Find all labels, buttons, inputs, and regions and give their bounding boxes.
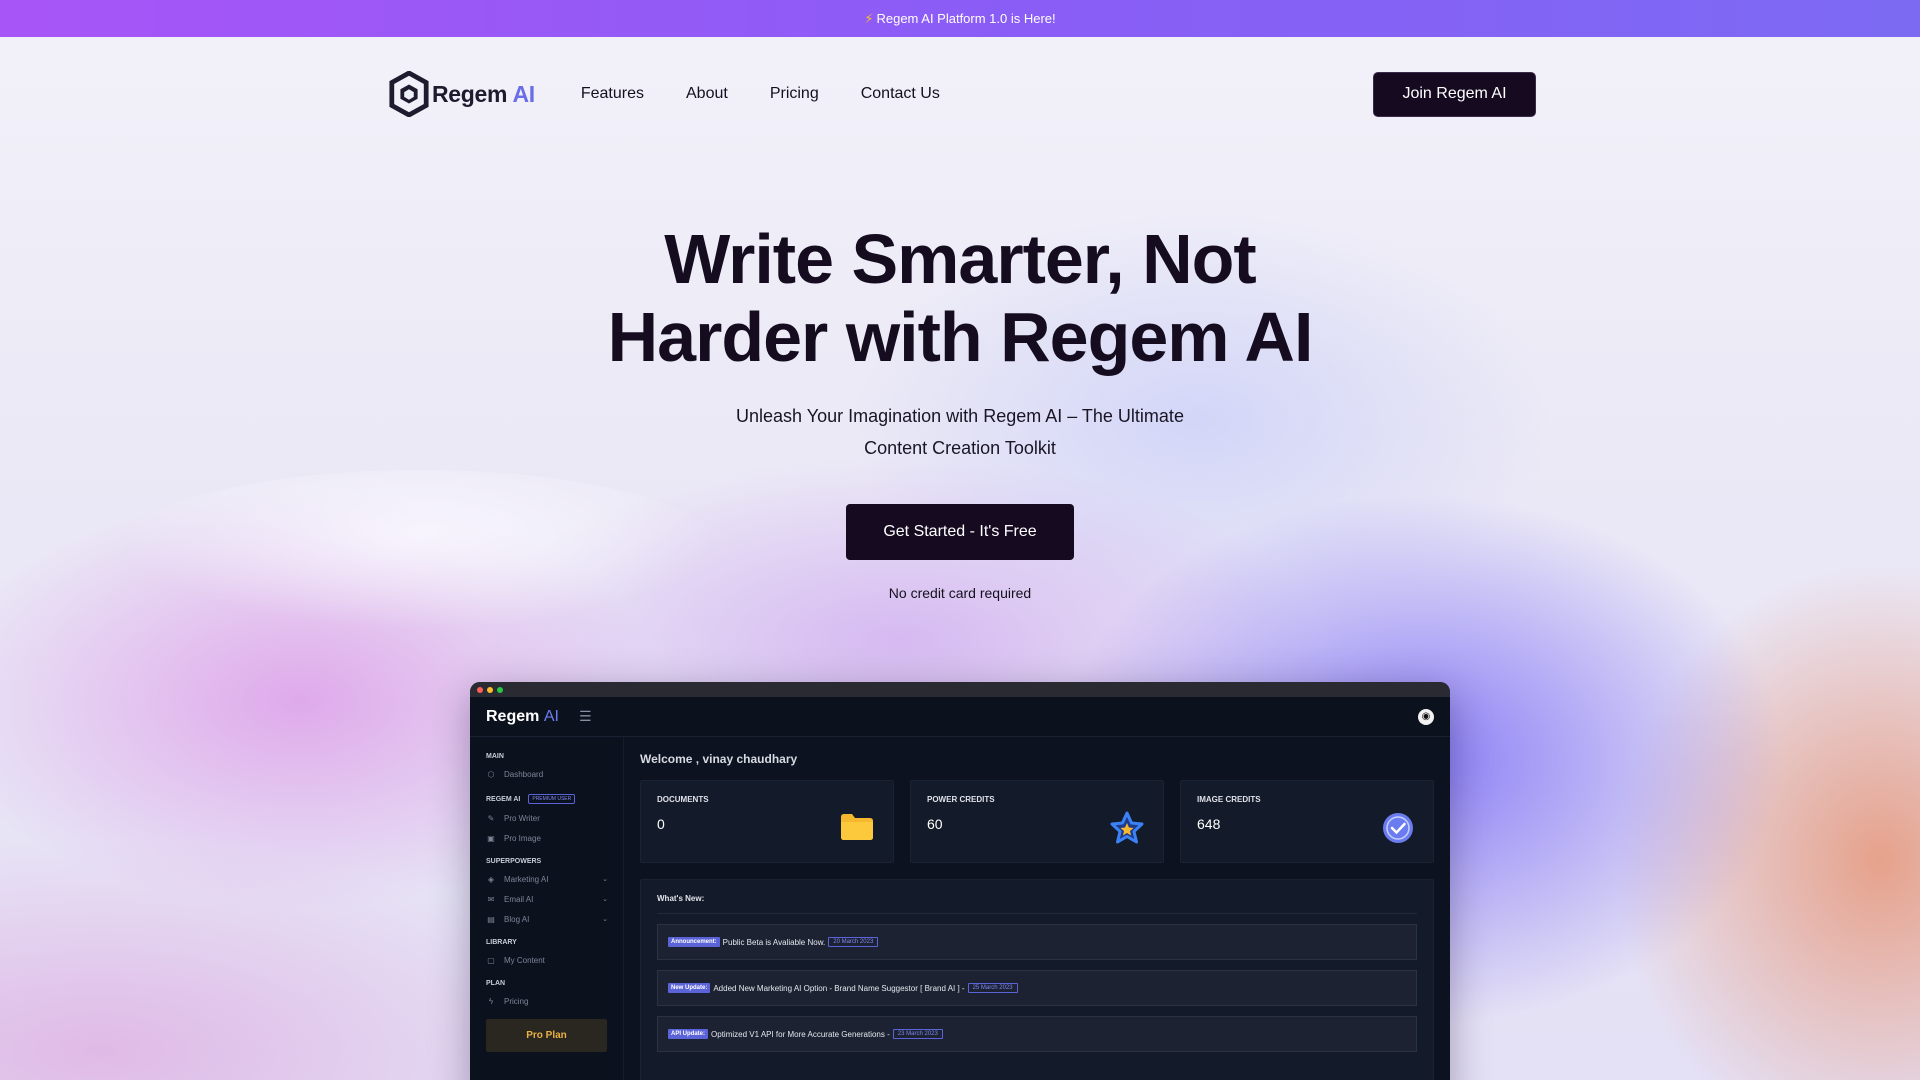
bolt-icon: ϟ [488, 996, 494, 1006]
news-text: Public Beta is Avaliable Now. [722, 937, 826, 947]
news-tag: Announcement: [668, 937, 720, 947]
hero-section: Write Smarter, Not Harder with Regem AI … [0, 220, 1920, 601]
chevron-down-icon: ⌄ [602, 876, 608, 883]
sidebar-item-pricing[interactable]: ϟ Pricing [486, 995, 608, 1007]
sidebar-section-title: LIBRARY [486, 939, 517, 946]
stat-card-power-credits[interactable]: POWER CREDITS 60 [910, 780, 1164, 863]
folder-icon [841, 814, 873, 840]
close-dot-icon [477, 686, 483, 693]
pro-plan-button[interactable]: Pro Plan [486, 1019, 607, 1052]
no-credit-card-note: No credit card required [888, 585, 1032, 601]
main-nav: Regem AI Features About Pricing Contact … [388, 70, 1536, 118]
sidebar-item-pro-image[interactable]: ▣ Pro Image [486, 832, 608, 844]
app-topbar: Regem AI ☰ ◉ [470, 697, 1450, 737]
sidebar-section-title: PLAN [486, 980, 506, 987]
regem-logo-icon [389, 71, 429, 117]
stat-label: IMAGE CREDITS [1197, 795, 1261, 804]
layers-icon: ◈ [487, 874, 495, 884]
star-icon [1110, 811, 1144, 844]
lightning-icon: ⚡ [864, 10, 874, 26]
menu-icon[interactable]: ☰ [579, 708, 592, 725]
sidebar-section-title: REGEM AI PREMIUM USER [486, 794, 623, 804]
sidebar-section-title: MAIN [486, 753, 504, 760]
hero-title: Write Smarter, Not Harder with Regem AI [607, 220, 1314, 376]
whats-new-title: What's New: [657, 894, 1417, 914]
window-titlebar [470, 682, 1450, 697]
welcome-message: Welcome , vinay chaudhary [640, 752, 798, 766]
news-text: Optimized V1 API for More Accurate Gener… [711, 1029, 890, 1039]
nav-link-about[interactable]: About [686, 85, 728, 103]
stat-card-image-credits[interactable]: IMAGE CREDITS 648 [1180, 780, 1434, 863]
document-icon: ▤ [487, 914, 495, 924]
news-item[interactable]: API Update: Optimized V1 API for More Ac… [657, 1016, 1417, 1052]
mail-icon: ✉ [487, 894, 495, 904]
verified-badge-icon [1383, 813, 1413, 843]
news-date: 23 March 2023 [892, 1029, 943, 1039]
chevron-down-icon: ⌄ [602, 896, 608, 903]
logo-text: Regem AI [432, 80, 535, 107]
sidebar-item-dashboard[interactable]: ⬡ Dashboard [486, 768, 608, 780]
get-started-button[interactable]: Get Started - It's Free [846, 504, 1074, 560]
hero-subtitle: Unleash Your Imagination with Regem AI –… [736, 406, 1184, 458]
sidebar-item-my-content[interactable]: ▢ My Content [486, 954, 608, 966]
news-text: Added New Marketing AI Option - Brand Na… [713, 983, 965, 993]
minimize-dot-icon [487, 686, 493, 693]
nav-link-contact[interactable]: Contact Us [861, 85, 940, 103]
whats-new-panel: What's New: Announcement: Public Beta is… [640, 879, 1434, 1080]
folder-icon: ▢ [487, 955, 495, 965]
user-avatar-icon[interactable]: ◉ [1418, 708, 1434, 725]
nav-links: Features About Pricing Contact Us [581, 85, 940, 103]
premium-user-badge: PREMIUM USER [528, 794, 576, 804]
news-item[interactable]: New Update: Added New Marketing AI Optio… [657, 970, 1417, 1006]
stat-label: DOCUMENTS [657, 795, 709, 804]
news-date: 20 March 2023 [828, 937, 879, 947]
nav-link-pricing[interactable]: Pricing [770, 85, 819, 103]
nav-link-features[interactable]: Features [581, 85, 644, 103]
stats-row: DOCUMENTS 0 POWER CREDITS 60 IMAGE CREDI… [640, 780, 1434, 863]
news-tag: New Update: [668, 983, 711, 993]
sidebar-item-pro-writer[interactable]: ✎ Pro Writer [486, 812, 608, 824]
pen-icon: ✎ [487, 813, 495, 823]
news-date: 25 March 2023 [967, 983, 1018, 993]
stat-card-documents[interactable]: DOCUMENTS 0 [640, 780, 894, 863]
image-icon: ▣ [487, 833, 495, 843]
logo[interactable]: Regem AI [388, 71, 535, 117]
news-tag: API Update: [668, 1029, 709, 1039]
app-sidebar: MAIN ⬡ Dashboard REGEM AI PREMIUM USER ✎ Pr… [470, 737, 624, 1080]
stat-label: POWER CREDITS [927, 795, 995, 804]
dashboard-icon: ⬡ [487, 769, 495, 779]
sidebar-section-title: SUPERPOWERS [486, 858, 542, 865]
maximize-dot-icon [497, 686, 503, 693]
sidebar-item-blog-ai[interactable]: ▤ Blog AI ⌄ [486, 913, 608, 925]
sidebar-item-marketing-ai[interactable]: ◈ Marketing AI ⌄ [486, 873, 608, 885]
app-logo: Regem AI [486, 707, 559, 725]
sidebar-item-email-ai[interactable]: ✉ Email AI ⌄ [486, 893, 608, 905]
news-item[interactable]: Announcement: Public Beta is Avaliable N… [657, 924, 1417, 960]
announcement-text: Regem AI Platform 1.0 is Here! [876, 11, 1056, 26]
app-main: Welcome , vinay chaudhary DOCUMENTS 0 PO… [640, 752, 1434, 1080]
chevron-down-icon: ⌄ [602, 916, 608, 923]
dashboard-preview: Regem AI ☰ ◉ MAIN ⬡ Dashboard REGEM AI PRE… [470, 682, 1450, 1080]
join-button[interactable]: Join Regem AI [1373, 71, 1536, 117]
announcement-bar[interactable]: ⚡ Regem AI Platform 1.0 is Here! [0, 0, 1920, 37]
